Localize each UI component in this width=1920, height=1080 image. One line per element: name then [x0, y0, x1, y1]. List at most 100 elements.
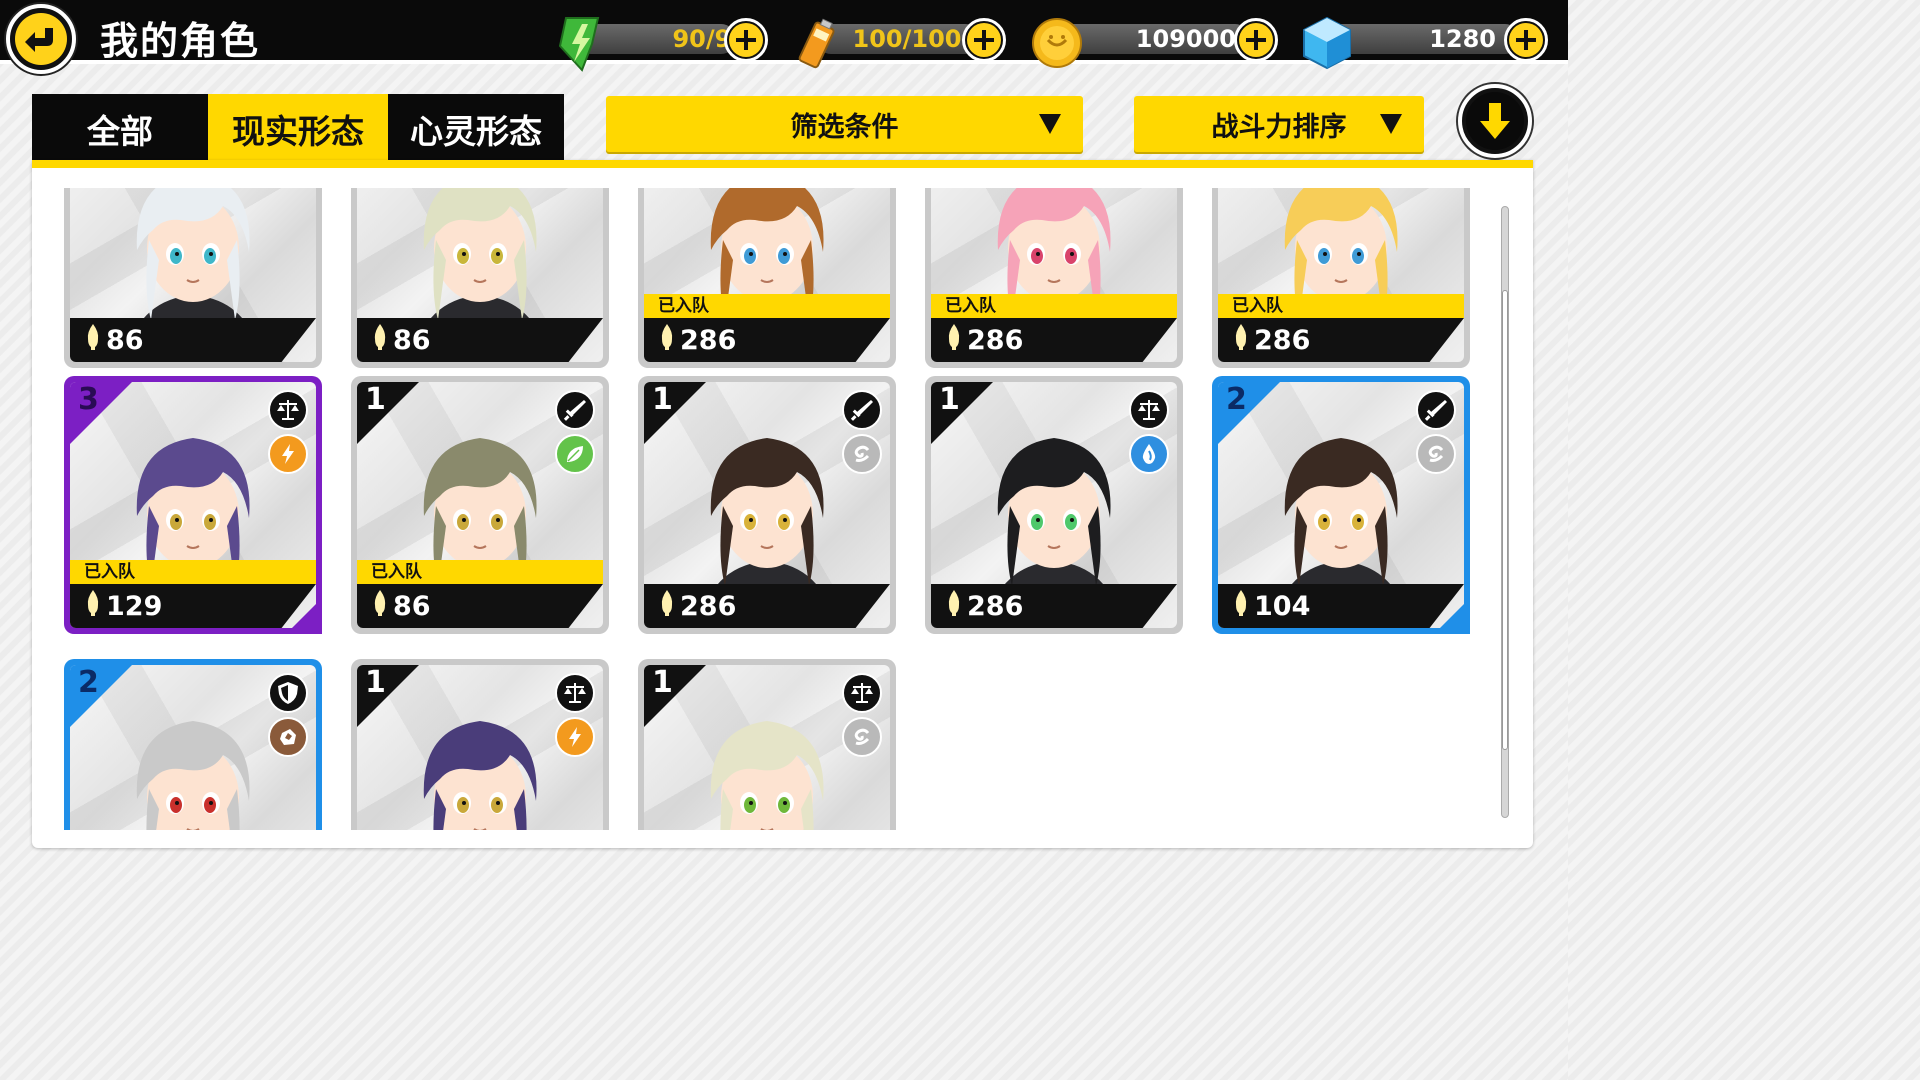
- character-card[interactable]: 3 已入队 129: [64, 376, 322, 634]
- character-portrait: 2 104: [1218, 382, 1464, 628]
- stamina-counter: 90/90: [552, 17, 768, 72]
- sort-order-button[interactable]: [1458, 84, 1532, 158]
- lightning-gem-icon: [552, 14, 606, 76]
- lightning-icon: [555, 717, 595, 757]
- filter-label: 筛选条件: [790, 111, 899, 143]
- plus-icon: [1509, 23, 1543, 57]
- combat-power: 129: [84, 588, 162, 624]
- character-portrait: 已入队 286: [931, 188, 1177, 362]
- rarity-corner: [286, 598, 322, 634]
- lightning-icon: [268, 434, 308, 474]
- character-card[interactable]: 1 286: [638, 376, 896, 634]
- in-team-label: 已入队: [1218, 294, 1464, 318]
- power-flame-icon: [945, 589, 963, 624]
- add-battery-button[interactable]: [962, 18, 1006, 62]
- star-level: 1: [365, 665, 386, 700]
- filter-dropdown[interactable]: 筛选条件: [606, 96, 1083, 152]
- rarity-corner: [1434, 598, 1470, 634]
- character-card[interactable]: 1: [351, 659, 609, 830]
- power-value: 286: [967, 590, 1024, 622]
- scrollbar-thumb[interactable]: [1502, 290, 1508, 750]
- character-panel: 86 86 已入队 286 已入队 286 已入队 286 3 已入队 129 …: [32, 160, 1533, 848]
- scales-icon: [1129, 390, 1169, 430]
- character-portrait: 1 已入队 86: [357, 382, 603, 628]
- character-portrait: 3 已入队 129: [70, 382, 316, 628]
- power-value: 286: [680, 324, 737, 356]
- power-flame-icon: [658, 323, 676, 358]
- wind-icon: [842, 434, 882, 474]
- combat-power: 86: [84, 322, 144, 358]
- add-stamina-button[interactable]: [724, 18, 768, 62]
- star-level: 1: [652, 665, 673, 700]
- character-portrait: 86: [70, 188, 316, 362]
- in-team-label: 已入队: [70, 560, 316, 584]
- character-card[interactable]: 1 286: [925, 376, 1183, 634]
- character-card[interactable]: 已入队 286: [1212, 188, 1470, 368]
- character-card[interactable]: 1: [638, 659, 896, 830]
- character-portrait: 已入队 286: [644, 188, 890, 362]
- tab-reality-form[interactable]: 现实形态: [208, 94, 388, 164]
- form-tabs: 全部 现实形态 心灵形态: [32, 94, 564, 164]
- character-card[interactable]: 86: [351, 188, 609, 368]
- shield-icon: [268, 673, 308, 713]
- in-team-label: 已入队: [931, 294, 1177, 318]
- star-level: 3: [78, 382, 99, 417]
- combat-power: 286: [1232, 322, 1310, 358]
- leaf-icon: [555, 434, 595, 474]
- add-gems-button[interactable]: [1504, 18, 1548, 62]
- back-arrow-icon: [15, 13, 67, 65]
- tab-soul-form[interactable]: 心灵形态: [388, 94, 564, 164]
- down-arrow-icon: [1466, 92, 1524, 150]
- plus-icon: [1239, 23, 1273, 57]
- dropdown-arrow-icon: [1380, 114, 1402, 134]
- character-grid: 86 86 已入队 286 已入队 286 已入队 286 3 已入队 129 …: [32, 188, 1492, 830]
- combat-power: 286: [658, 588, 736, 624]
- sword-icon: [1416, 390, 1456, 430]
- character-card[interactable]: 2 104: [1212, 376, 1470, 634]
- character-card[interactable]: 已入队 286: [638, 188, 896, 368]
- sword-icon: [555, 390, 595, 430]
- star-level: 1: [365, 382, 386, 417]
- sort-dropdown[interactable]: 战斗力排序: [1134, 96, 1424, 152]
- back-button[interactable]: [6, 4, 76, 74]
- star-level: 1: [652, 382, 673, 417]
- power-flame-icon: [371, 323, 389, 358]
- character-portrait: 1: [357, 665, 603, 830]
- rock-icon: [268, 717, 308, 757]
- character-portrait: 1 286: [644, 382, 890, 628]
- combat-power: 104: [1232, 588, 1310, 624]
- star-level: 1: [939, 382, 960, 417]
- power-value: 86: [393, 324, 431, 356]
- combat-power: 286: [945, 322, 1023, 358]
- character-card[interactable]: 2: [64, 659, 322, 830]
- plus-icon: [729, 23, 763, 57]
- page-title: 我的角色: [100, 19, 261, 63]
- power-flame-icon: [1232, 589, 1250, 624]
- power-flame-icon: [84, 323, 102, 358]
- power-flame-icon: [658, 589, 676, 624]
- tab-all[interactable]: 全部: [32, 94, 208, 164]
- power-value: 286: [680, 590, 737, 622]
- add-coins-button[interactable]: [1234, 18, 1278, 62]
- gem-value: 1280: [1429, 25, 1496, 53]
- combat-power: 86: [371, 322, 431, 358]
- coin-counter: 109000: [1030, 18, 1282, 68]
- power-value: 104: [1254, 590, 1311, 622]
- power-flame-icon: [371, 589, 389, 624]
- character-card[interactable]: 86: [64, 188, 322, 368]
- power-value: 129: [106, 590, 163, 622]
- power-value: 286: [967, 324, 1024, 356]
- power-value: 286: [1254, 324, 1311, 356]
- power-value: 86: [393, 590, 431, 622]
- in-team-label: 已入队: [644, 294, 890, 318]
- scales-icon: [555, 673, 595, 713]
- character-card[interactable]: 1 已入队 86: [351, 376, 609, 634]
- character-portrait: 86: [357, 188, 603, 362]
- power-flame-icon: [945, 323, 963, 358]
- wind-icon: [1416, 434, 1456, 474]
- character-card[interactable]: 已入队 286: [925, 188, 1183, 368]
- star-level: 2: [78, 665, 99, 700]
- battery-value: 100/100: [852, 25, 962, 53]
- top-bar: 我的角色 90/90 100/100 109000 1280: [0, 0, 1568, 74]
- sword-icon: [842, 390, 882, 430]
